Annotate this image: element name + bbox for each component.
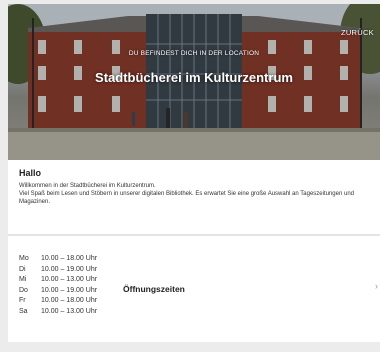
hours-row: Mo 10.00 – 18.00 Uhr [19, 254, 121, 265]
section-divider [8, 234, 380, 236]
hours-row: Sa 10.00 – 13.00 Uhr [19, 307, 121, 318]
hours-day: Di [19, 265, 26, 273]
hours-day: Fr [19, 297, 26, 305]
hours-time: 10.00 – 19.00 Uhr [41, 265, 98, 273]
greeting-line-2: Viel Spaß beim Lesen und Stöbern in unse… [19, 191, 354, 205]
greeting-line-1: Willkommen in der Stadtbücherei im Kultu… [19, 183, 156, 189]
hours-time: 10.00 – 18.00 Uhr [41, 297, 98, 305]
greeting-section: Hallo Willkommen in der Stadtbücherei im… [19, 168, 371, 206]
hours-day: Do [19, 286, 28, 294]
hours-row: Mi 10.00 – 13.00 Uhr [19, 275, 121, 286]
hours-day: Sa [19, 307, 28, 315]
greeting-title: Hallo [19, 168, 42, 178]
back-button[interactable]: ZURÜCK [341, 28, 374, 37]
hours-time: 10.00 – 13.00 Uhr [41, 307, 98, 315]
hours-time: 10.00 – 18.00 Uhr [41, 255, 98, 262]
app-frame: DU BEFINDEST DICH IN DER LOCATION Stadtb… [8, 4, 380, 352]
hours-row: Fr 10.00 – 18.00 Uhr [19, 296, 121, 307]
location-caption: DU BEFINDEST DICH IN DER LOCATION [128, 50, 260, 57]
hours-row: Do 10.00 – 19.00 Uhr [19, 286, 121, 297]
opening-hours-list[interactable]: Mo 10.00 – 18.00 Uhr Di 10.00 – 19.00 Uh… [19, 254, 121, 318]
opening-hours-label[interactable]: Öffnungszeiten [123, 284, 185, 294]
bottom-spacer [8, 342, 380, 352]
hours-time: 10.00 – 19.00 Uhr [41, 286, 98, 294]
hero-banner: DU BEFINDEST DICH IN DER LOCATION Stadtb… [8, 4, 380, 160]
hours-day: Mi [19, 276, 27, 284]
hours-time: 10.00 – 13.00 Uhr [41, 276, 98, 284]
location-title: Stadtbücherei im Kulturzentrum [95, 70, 293, 85]
hours-day: Mo [19, 255, 29, 262]
hours-row: Di 10.00 – 19.00 Uhr [19, 265, 121, 276]
chevron-right-icon[interactable]: › [375, 281, 378, 291]
